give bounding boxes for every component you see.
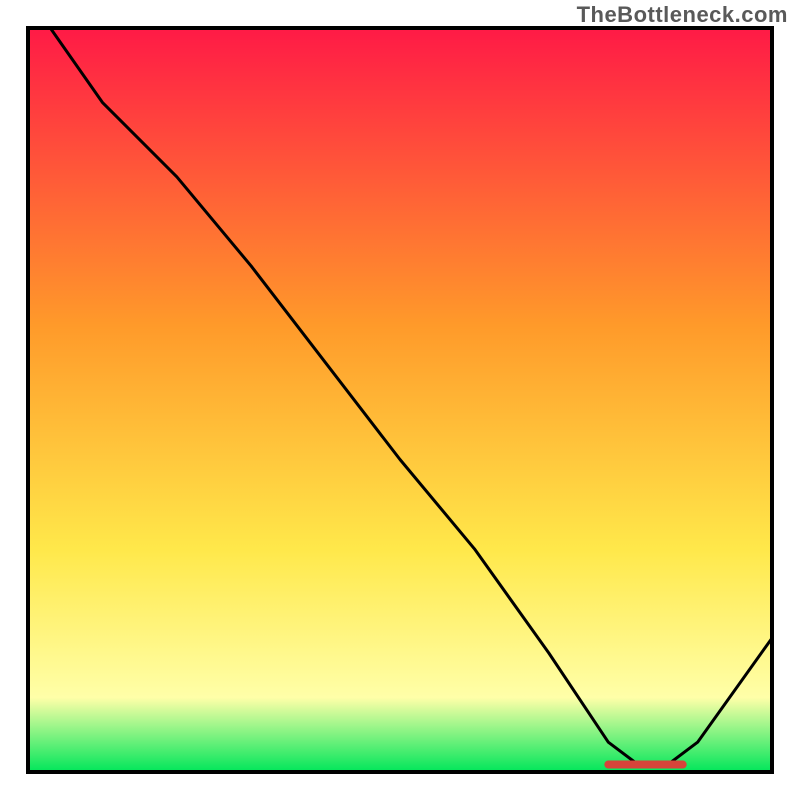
- watermark-text: TheBottleneck.com: [577, 2, 788, 28]
- chart-svg: [0, 0, 800, 800]
- chart-stage: TheBottleneck.com: [0, 0, 800, 800]
